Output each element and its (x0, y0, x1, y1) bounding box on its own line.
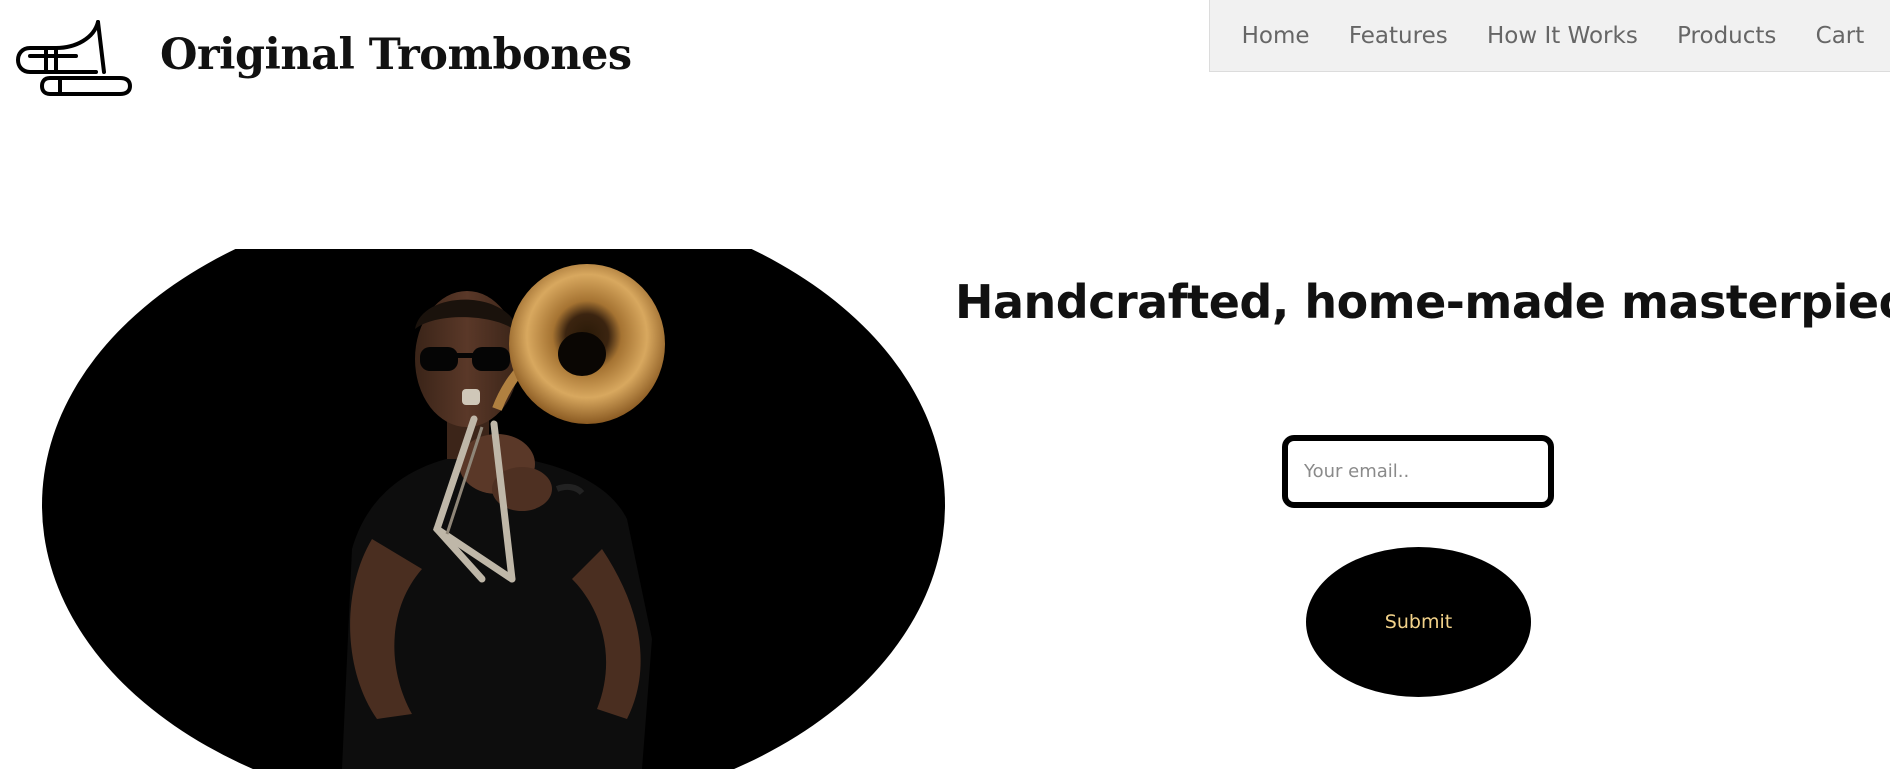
hero-headline: Handcrafted, home-made masterpieces (955, 275, 1890, 329)
trombone-player-video-frame (42, 249, 945, 769)
submit-button[interactable]: Submit (1306, 547, 1531, 697)
site-title: Original Trombones (160, 30, 632, 80)
main-nav: Home Features How It Works Products Cart (1209, 0, 1890, 72)
nav-cart[interactable]: Cart (1816, 23, 1865, 49)
nav-how-it-works[interactable]: How It Works (1487, 23, 1638, 49)
site-header: Original Trombones Home Features How It … (0, 0, 1890, 120)
nav-features[interactable]: Features (1349, 23, 1448, 49)
trombone-icon (16, 20, 132, 96)
hero-video[interactable] (42, 249, 945, 769)
email-input[interactable] (1282, 435, 1554, 508)
nav-products[interactable]: Products (1677, 23, 1776, 49)
nav-home[interactable]: Home (1242, 23, 1310, 49)
